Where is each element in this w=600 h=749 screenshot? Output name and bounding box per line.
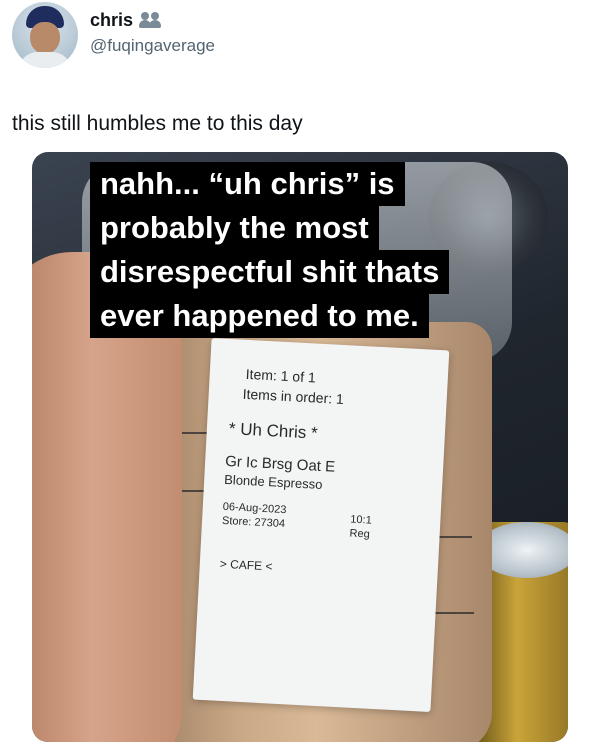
tweet-header: chris @fuqingaverage [12,2,588,72]
meme-caption: nahh... “uh chris” is probably the most … [90,162,520,338]
receipt-espresso: Blonde Espresso [223,471,323,493]
receipt-date: 06-Aug-2023 [222,500,287,517]
people-icon [139,11,163,29]
receipt-store: Store: 27304 [221,514,286,531]
caption-line: ever happened to me. [90,294,429,338]
receipt-item: Item: 1 of 1 [245,365,317,386]
tweet-text: this still humbles me to this day [12,112,303,135]
user-handle[interactable]: @fuqingaverage [90,36,215,56]
caption-line: probably the most [90,206,379,250]
receipt-station: > CAFE < [219,556,273,574]
avatar[interactable] [12,2,78,68]
receipt-items-in-order: Items in order: 1 [242,385,345,408]
cup-label-receipt: Item: 1 of 1 Items in order: 1 * Uh Chri… [192,338,450,712]
receipt-customer-name: * Uh Chris * [228,419,319,443]
caption-line: disrespectful shit thats [90,250,450,294]
avatar-shirt [18,52,72,68]
display-name[interactable]: chris [90,10,133,31]
author-names: chris @fuqingaverage [90,8,215,56]
receipt-time: 10:1 [350,513,373,527]
display-name-row: chris [90,8,215,32]
tweet-photo[interactable]: Item: 1 of 1 Items in order: 1 * Uh Chri… [32,152,568,742]
caption-line: nahh... “uh chris” is [90,162,405,206]
receipt-register: Reg [349,527,371,541]
avatar-face [30,22,60,54]
